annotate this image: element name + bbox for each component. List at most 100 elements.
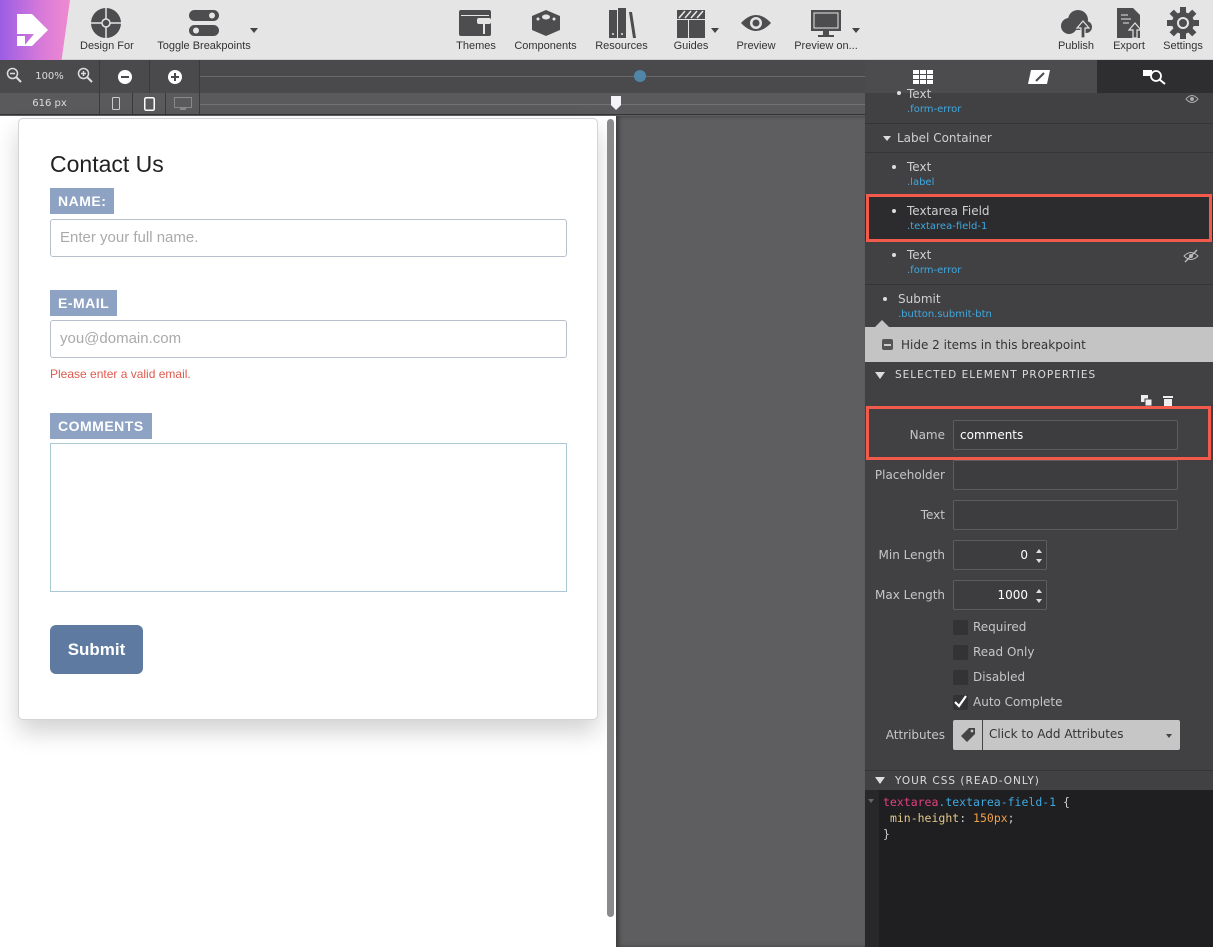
properties-panel: Text .form-error Label Container Text .l… — [865, 60, 1213, 947]
name-row: Name comments — [865, 420, 1213, 450]
tab-style[interactable] — [981, 60, 1097, 93]
tree-item-class: .label — [907, 177, 935, 188]
zoom-level: 100% — [35, 71, 64, 82]
auto-complete-checkbox[interactable] — [953, 695, 968, 710]
breakpoints-dropdown-caret[interactable] — [250, 28, 258, 33]
guides-button[interactable]: Guides — [672, 6, 710, 58]
text-label: Text — [920, 508, 945, 522]
spinner-arrows-icon[interactable] — [1036, 589, 1042, 603]
tree-item-class: .button.submit-btn — [898, 309, 992, 320]
desktop-view-button[interactable] — [166, 93, 200, 114]
css-selector-tag: textarea — [883, 795, 939, 809]
min-length-stepper[interactable]: 0 — [953, 540, 1047, 570]
design-for-button[interactable]: Design For — [80, 6, 134, 58]
books-icon — [594, 6, 649, 40]
collapse-triangle-icon — [875, 371, 885, 379]
tablet-view-button[interactable] — [133, 93, 166, 114]
hidden-eye-icon[interactable] — [1183, 248, 1199, 267]
read-only-checkbox[interactable] — [953, 645, 968, 660]
email-error: Please enter a valid email. — [50, 367, 191, 381]
hide-items-label: Hide 2 items in this breakpoint — [901, 337, 1086, 352]
visibility-eye-icon[interactable] — [1185, 89, 1199, 108]
section-title: SELECTED ELEMENT PROPERTIES — [895, 369, 1097, 381]
settings-button[interactable]: Settings — [1160, 6, 1206, 58]
zoom-bar: 100% — [0, 60, 865, 93]
preview-button[interactable]: Preview — [736, 6, 776, 58]
plus-circle-icon — [167, 69, 182, 84]
tree-item-text-label[interactable]: Text .label — [865, 153, 1213, 197]
name-input[interactable]: Enter your full name. — [50, 219, 567, 257]
zoom-out-icon[interactable] — [6, 67, 22, 86]
zoom-in-icon[interactable] — [77, 67, 93, 86]
brush-icon — [1028, 69, 1050, 84]
attributes-dropdown[interactable]: Click to Add Attributes — [953, 720, 1180, 750]
checkmark-icon — [954, 695, 967, 708]
guides-dropdown-caret[interactable] — [711, 28, 719, 33]
section-title: YOUR CSS (READ-ONLY) — [895, 774, 1040, 787]
preview-on-dropdown-caret[interactable] — [852, 28, 860, 33]
comments-textarea[interactable] — [50, 443, 567, 592]
min-length-row: Min Length 0 — [865, 540, 1213, 570]
breakpoint-marker[interactable] — [634, 70, 646, 82]
export-button[interactable]: Export — [1110, 6, 1148, 58]
tree-item-text-form-error-2[interactable]: Text .form-error — [865, 241, 1213, 285]
resources-button[interactable]: Resources — [594, 6, 649, 58]
tree-item-label-container[interactable]: Label Container — [865, 124, 1213, 153]
tree-item-title: Text — [907, 87, 932, 101]
desktop-icon — [173, 96, 192, 110]
text-input[interactable] — [953, 500, 1178, 530]
max-length-value: 1000 — [997, 588, 1028, 602]
components-button[interactable]: Components — [513, 6, 578, 58]
min-length-value: 0 — [1020, 548, 1028, 562]
decrease-width-button[interactable] — [100, 60, 150, 93]
tree-item-text-form-error[interactable]: Text .form-error — [865, 87, 1213, 124]
disabled-label: Disabled — [973, 670, 1026, 684]
monitor-icon — [793, 6, 859, 40]
attributes-label: Attributes — [885, 728, 945, 742]
width-handle[interactable] — [611, 96, 621, 110]
tree-item-title: Text — [907, 160, 932, 174]
spinner-arrows-icon[interactable] — [1036, 549, 1042, 563]
publish-button[interactable]: Publish — [1056, 6, 1096, 58]
target-icon — [80, 6, 132, 40]
canvas-overflow-area — [616, 116, 865, 947]
placeholder-input[interactable] — [953, 460, 1178, 490]
comments-label: COMMENTS — [50, 413, 152, 439]
email-input[interactable]: you@domain.com — [50, 320, 567, 358]
name-input[interactable]: comments — [953, 420, 1178, 450]
popover-arrow — [875, 320, 889, 327]
css-value: 150px — [973, 811, 1008, 825]
inspect-icon — [1143, 69, 1166, 85]
phone-view-button[interactable] — [100, 93, 133, 114]
themes-button[interactable]: Themes — [455, 6, 497, 58]
blocks-icon — [513, 6, 578, 40]
css-selector-class: .textarea-field-1 — [938, 795, 1057, 809]
required-checkbox[interactable] — [953, 620, 968, 635]
app-logo[interactable] — [0, 0, 70, 60]
css-code: textarea.textarea-field-1 { min-height: … — [883, 795, 1070, 841]
dropdown-caret-icon — [1166, 734, 1172, 738]
selected-element-properties-header[interactable]: SELECTED ELEMENT PROPERTIES — [865, 365, 1213, 385]
phone-icon — [112, 97, 120, 110]
gear-icon — [1160, 6, 1206, 40]
disabled-checkbox[interactable] — [953, 670, 968, 685]
max-length-stepper[interactable]: 1000 — [953, 580, 1047, 610]
eye-icon — [736, 6, 776, 40]
increase-width-button[interactable] — [150, 60, 200, 93]
submit-button[interactable]: Submit — [50, 625, 143, 674]
preview-on-button[interactable]: Preview on... — [793, 6, 859, 58]
canvas-scrollbar[interactable] — [607, 119, 614, 917]
collapse-caret-icon[interactable] — [883, 136, 891, 141]
toggle-breakpoints-button[interactable]: Toggle Breakpoints — [155, 6, 253, 58]
css-brace: } — [883, 827, 890, 841]
fold-icon[interactable] — [868, 799, 874, 803]
canvas-width: 616 px — [0, 93, 100, 114]
selection-highlight — [866, 194, 1212, 242]
tag-icon — [953, 720, 983, 750]
your-css-header[interactable]: YOUR CSS (READ-ONLY) — [865, 770, 1213, 790]
css-property: min-height — [889, 811, 960, 825]
tree-item-submit[interactable]: Submit .button.submit-btn — [865, 285, 1213, 327]
attributes-placeholder: Click to Add Attributes — [989, 727, 1124, 741]
hide-items-toggle[interactable]: Hide 2 items in this breakpoint — [865, 327, 1213, 362]
minus-checkbox-icon[interactable] — [882, 339, 893, 350]
